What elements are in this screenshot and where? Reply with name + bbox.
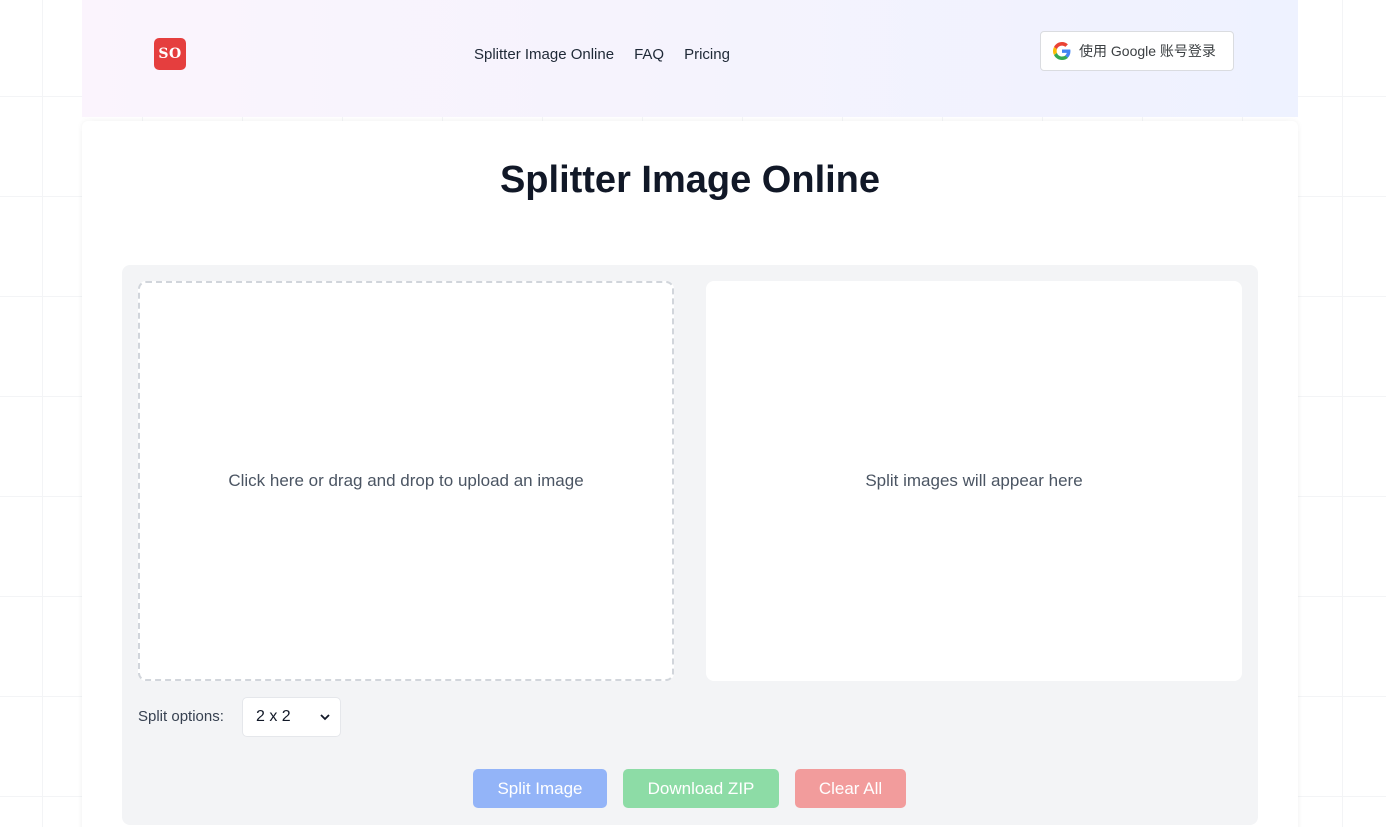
split-options-value: 2 x 2 — [256, 708, 291, 725]
result-placeholder: Split images will appear here — [865, 471, 1083, 490]
nav-link-faq[interactable]: FAQ — [634, 46, 664, 63]
nav-link-pricing[interactable]: Pricing — [684, 46, 730, 63]
result-area: Split images will appear here — [706, 281, 1242, 681]
download-zip-button[interactable]: Download ZIP — [623, 769, 779, 808]
splitter-panel: Click here or drag and drop to upload an… — [122, 265, 1258, 825]
logo[interactable]: SO — [154, 38, 186, 70]
upload-dropzone[interactable]: Click here or drag and drop to upload an… — [138, 281, 674, 681]
split-options-label: Split options: — [138, 708, 224, 725]
clear-all-button[interactable]: Clear All — [795, 769, 906, 808]
site-header: SO Splitter Image Online FAQ Pricing 使用 … — [82, 0, 1298, 117]
chevron-down-icon — [320, 714, 330, 721]
nav-link-splitter-image-online[interactable]: Splitter Image Online — [474, 46, 614, 63]
split-image-button[interactable]: Split Image — [473, 769, 607, 808]
google-login-label: 使用 Google 账号登录 — [1079, 43, 1216, 59]
google-g-icon — [1053, 42, 1071, 60]
split-options-select[interactable]: 2 x 2 — [242, 697, 341, 737]
upload-prompt: Click here or drag and drop to upload an… — [228, 471, 584, 490]
page-title: Splitter Image Online — [499, 159, 881, 201]
main-nav: Splitter Image Online FAQ Pricing — [474, 46, 730, 63]
main-card: Splitter Image Online Click here or drag… — [82, 121, 1298, 827]
google-login-button[interactable]: 使用 Google 账号登录 — [1040, 31, 1234, 71]
